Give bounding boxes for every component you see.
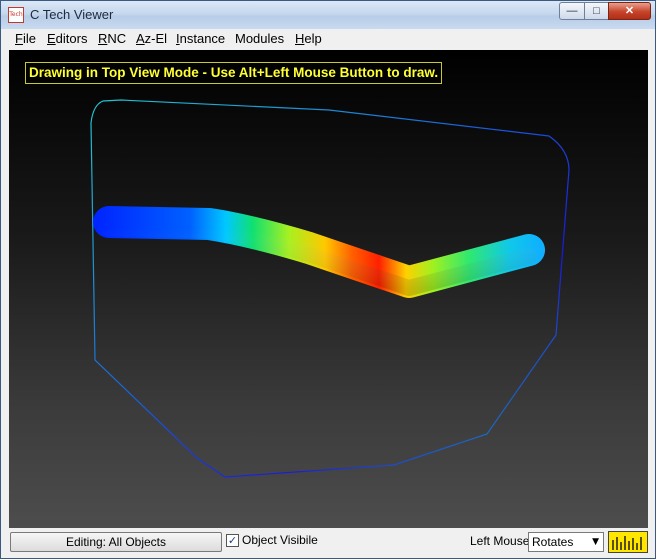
menu-file[interactable]: File [15,31,36,46]
menu-rnc[interactable]: RNC [98,31,126,46]
minimize-button[interactable]: — [559,2,585,20]
menu-instance[interactable]: Instance [176,31,225,46]
minimize-icon: — [566,5,578,17]
ctech-app-icon[interactable]: Tech [8,7,24,23]
3d-viewport[interactable]: Drawing in Top View Mode - Use Alt+Left … [9,50,648,528]
menu-bar: File Editors RNC Az-El Instance Modules … [8,29,648,49]
object-visible-checkbox[interactable]: ✓ [226,534,239,547]
drawing-mode-banner: Drawing in Top View Mode - Use Alt+Left … [25,62,443,84]
app-window: Tech C Tech Viewer — □ ✕ File Editors RN… [0,0,656,559]
menu-editors[interactable]: Editors [47,31,87,46]
object-visible-label: Object Visibile [242,533,318,547]
menu-az-el[interactable]: Az-El [136,31,167,46]
window-title: C Tech Viewer [30,7,114,22]
dropdown-arrow-icon: ▼ [592,537,599,547]
menu-help[interactable]: Help [295,31,322,46]
close-icon: ✕ [624,5,635,17]
boundary-outline [90,99,570,478]
left-mouse-mode-select[interactable]: Rotates ▼ [528,532,604,552]
checkmark-icon: ✓ [227,534,238,547]
left-mouse-mode-value: Rotates [532,535,574,549]
maximize-button[interactable]: □ [584,2,609,20]
scene-canvas[interactable] [9,50,648,528]
left-mouse-label: Left Mouse [470,534,530,548]
status-bar: Editing: All Objects ✓ Object Visibile L… [1,529,655,558]
title-bar[interactable]: Tech C Tech Viewer — □ ✕ [1,1,655,29]
maximize-icon: □ [593,5,600,17]
activity-meter-icon[interactable] [608,531,648,553]
menu-modules[interactable]: Modules [235,31,284,46]
editing-objects-button[interactable]: Editing: All Objects [10,532,222,552]
close-button[interactable]: ✕ [608,2,651,20]
